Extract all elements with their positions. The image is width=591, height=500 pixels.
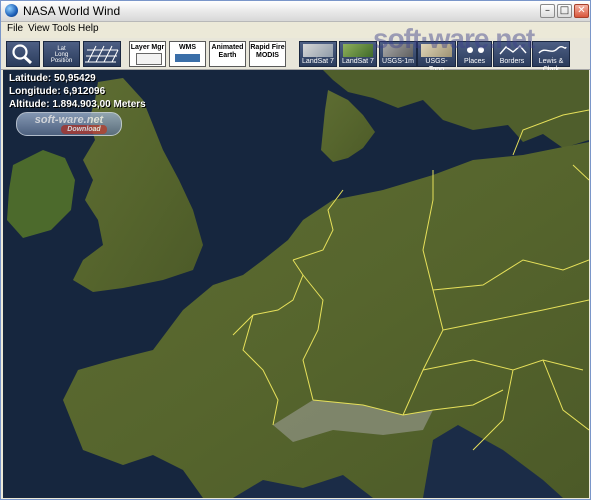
position-line-position: Position (50, 58, 73, 64)
window-title: NASA World Wind (23, 4, 121, 18)
landsat-visible-thumbnail (303, 44, 333, 57)
trail-icon (538, 46, 567, 54)
layer-manager-button[interactable]: Layer Mgr (129, 41, 166, 67)
search-button[interactable] (6, 41, 40, 67)
close-button[interactable]: ✕ (574, 4, 589, 18)
animated-earth-label: Animated Earth (211, 44, 244, 59)
watermark-download-text: Download (61, 125, 107, 134)
landsat-7-pseudo-label: LandSat 7 (342, 58, 374, 65)
grid-icon (85, 45, 119, 63)
wms-label: WMS (178, 44, 197, 51)
landsat-pseudo-thumbnail (343, 44, 373, 57)
animated-earth-button[interactable]: Animated Earth (209, 41, 246, 67)
title-bar[interactable]: NASA World Wind – □ ✕ (1, 1, 590, 22)
wms-button[interactable]: WMS (169, 41, 206, 67)
menu-tools[interactable]: Tools (52, 23, 75, 34)
globe-view[interactable]: Latitude: 50,95429 Longitude: 6,912096 A… (3, 70, 589, 498)
app-window: NASA World Wind – □ ✕ File View Tools He… (0, 0, 591, 500)
world-wind-app-icon (5, 4, 18, 17)
menu-file[interactable]: File (7, 23, 23, 34)
rapid-fire-modis-label: Rapid Fire MODIS (250, 44, 285, 59)
longitude-readout: Longitude: 6,912096 (9, 86, 106, 97)
lat-long-grid-button[interactable] (83, 41, 121, 67)
landsat-7-visible-label: LandSat 7 (302, 58, 334, 65)
lewis-clark-button[interactable]: Lewis & Clark (532, 41, 570, 73)
rapid-fire-modis-button[interactable]: Rapid Fire MODIS (249, 41, 286, 67)
wms-icon (175, 54, 200, 62)
position-button[interactable]: Lat Long Position (43, 41, 80, 67)
maximize-button[interactable]: □ (557, 4, 572, 18)
layer-manager-label: Layer Mgr (130, 44, 165, 51)
usgs-1m-label: USGS-1m (382, 58, 414, 65)
menu-help[interactable]: Help (78, 23, 99, 34)
magnifier-icon (12, 44, 33, 65)
watermark-badge: soft-ware.net Download (16, 112, 122, 136)
borders-label: Borders (499, 58, 525, 65)
places-label: Places (463, 58, 485, 65)
minimize-button[interactable]: – (540, 4, 555, 18)
watermark-logo: soft·ware.net (373, 23, 535, 54)
layer-list-icon (136, 53, 162, 65)
landsat-7-pseudo-button[interactable]: LandSat 7 (339, 41, 377, 67)
menu-view[interactable]: View (28, 23, 50, 34)
latitude-readout: Latitude: 50,95429 (9, 73, 96, 84)
altitude-readout: Altitude: 1.894.903,00 Meters (9, 99, 146, 110)
landsat-7-visible-button[interactable]: LandSat 7 (299, 41, 337, 67)
